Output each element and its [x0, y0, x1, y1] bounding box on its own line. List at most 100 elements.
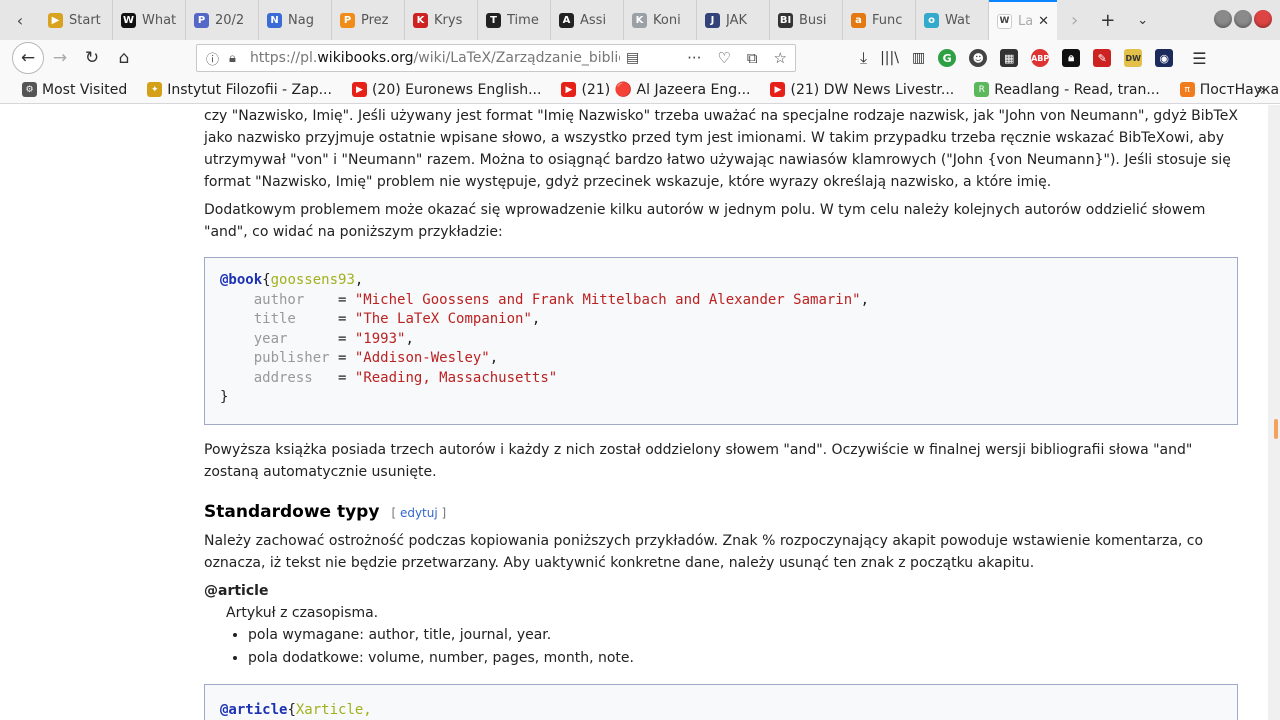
tab-label: Busi: [799, 12, 827, 28]
url-bar[interactable]: ⓘ 🔒︎ https://pl.wikibooks.org/wiki/LaTeX…: [196, 44, 796, 72]
reload-button[interactable]: ↻: [76, 42, 108, 74]
navigation-bar: ← → ↻ ⌂ ⓘ 🔒︎ https://pl.wikibooks.org/wi…: [0, 40, 1280, 76]
page-scrollbar[interactable]: [1268, 105, 1280, 720]
tab-list-chevron-down-icon[interactable]: ⌄: [1137, 13, 1148, 28]
bookmark-favicon-icon: R: [974, 82, 990, 97]
bookmark-item[interactable]: ⚙ Most Visited: [22, 82, 127, 98]
tab-scroll-left-icon[interactable]: ‹: [0, 0, 40, 40]
lock-icon[interactable]: 🔒︎: [229, 51, 236, 66]
tab-favicon-icon: BI: [778, 12, 793, 28]
bookmark-label: (20) Euronews English...: [371, 81, 542, 98]
section-heading: Standardowe typy [ edytuj ]: [204, 501, 1238, 524]
reader-view-icon[interactable]: ▤: [626, 50, 639, 66]
page-viewport: czy "Nazwisko, Imię". Jeśli używany jest…: [0, 105, 1268, 720]
code-field-value: "1993": [354, 330, 406, 347]
tab-0[interactable]: ▶ Start: [40, 0, 113, 40]
tab-label: Prez: [361, 12, 389, 28]
tab-9[interactable]: J JAK: [697, 0, 770, 40]
extension-eye-icon[interactable]: ◉: [1155, 49, 1174, 67]
bookmark-star-icon[interactable]: ☆: [774, 49, 787, 67]
library-icon[interactable]: |||\: [880, 50, 899, 66]
tab-4[interactable]: P Prez: [332, 0, 405, 40]
tab-10[interactable]: BI Busi: [770, 0, 843, 40]
tab-favicon-icon: a: [851, 12, 866, 28]
tab-7[interactable]: A Assi: [551, 0, 624, 40]
tab-11[interactable]: a Func: [843, 0, 916, 40]
sidebar-icon[interactable]: ▥: [912, 50, 925, 66]
code-entry-type: @article: [220, 702, 288, 718]
url-text[interactable]: https://pl.wikibooks.org/wiki/LaTeX/Zarz…: [250, 50, 620, 66]
adblock-plus-icon[interactable]: ABP: [1031, 49, 1049, 67]
extension-pen-icon[interactable]: ✎: [1093, 49, 1112, 67]
tab-label: 20/2: [215, 12, 245, 28]
code-field-name: author: [253, 291, 305, 308]
screenshot-icon[interactable]: ⧉: [747, 49, 758, 67]
edit-link-wrapper: [ edytuj ]: [391, 506, 447, 520]
pocket-icon[interactable]: ♡: [717, 49, 730, 67]
bookmark-item[interactable]: R Readlang - Read, tran...: [974, 81, 1160, 98]
field-list: pola wymagane: author, title, journal, y…: [248, 624, 1238, 670]
tab-3[interactable]: N Nag: [259, 0, 332, 40]
edit-link[interactable]: edytuj: [400, 506, 438, 520]
code-field-name: title: [253, 311, 296, 327]
tab-close-icon[interactable]: ✕: [1038, 14, 1049, 29]
url-actions: ··· ♡ ⧉ ☆: [687, 49, 787, 67]
extension-save-icon[interactable]: ▦: [1000, 49, 1019, 67]
code-field-name: publisher: [253, 350, 330, 366]
bookmark-label: Readlang - Read, tran...: [994, 81, 1160, 98]
bookmark-item[interactable]: ✦ Instytut Filozofii - Zap...: [147, 82, 332, 98]
paragraph-multiple-authors: Dodatkowym problemem może okazać się wpr…: [204, 202, 1206, 240]
tab-favicon-icon: A: [559, 12, 574, 28]
bookmark-favicon-icon: ▶: [351, 82, 367, 97]
minimize-window-icon[interactable]: [1214, 10, 1232, 28]
home-button[interactable]: ⌂: [108, 42, 140, 74]
article-type-description: Artykuł z czasopisma.: [226, 605, 379, 621]
new-tab-icon[interactable]: +: [1100, 10, 1115, 31]
bookmark-item[interactable]: ▶ (21) 🔴 Al Jazeera Eng...: [561, 82, 750, 98]
extension-lock-icon[interactable]: 🔒︎: [1062, 49, 1081, 67]
close-window-icon[interactable]: [1254, 10, 1272, 28]
tab-8[interactable]: K Koni: [624, 0, 697, 40]
bookmark-favicon-icon: ⚙: [22, 82, 37, 97]
tab-label: Start: [69, 12, 101, 28]
tab-label: Func: [872, 12, 903, 28]
bookmark-label: (21) 🔴 Al Jazeera Eng...: [581, 81, 751, 98]
back-button[interactable]: ←: [12, 42, 44, 74]
tab-12[interactable]: o Wat: [916, 0, 989, 40]
tab-scroll-right-icon[interactable]: ›: [1071, 10, 1078, 31]
tab-favicon-icon: P: [340, 12, 355, 28]
tab-favicon-icon: W: [121, 12, 136, 28]
code-field-comma: ,: [531, 311, 541, 327]
extension-green-icon[interactable]: G: [938, 49, 957, 67]
scrollbar-thumb[interactable]: [1274, 419, 1278, 439]
menu-hamburger-icon[interactable]: ☰: [1192, 49, 1206, 68]
code-field-name: address: [253, 369, 313, 386]
tab-active[interactable]: W La ✕: [989, 0, 1057, 40]
tab-label: Time: [507, 12, 539, 28]
code-field-comma: ,: [405, 330, 414, 347]
window-controls: [1214, 10, 1272, 28]
tab-1[interactable]: W What: [113, 0, 186, 40]
account-icon[interactable]: ☻: [969, 49, 988, 67]
bookmark-item[interactable]: ▶ (21) DW News Livestr...: [770, 82, 954, 98]
maximize-window-icon[interactable]: [1234, 10, 1252, 28]
forward-button[interactable]: →: [44, 42, 76, 74]
more-actions-icon[interactable]: ···: [687, 49, 701, 67]
code-block-book: @book{goossens93, author = "Michel Gooss…: [204, 257, 1238, 425]
bookmark-label: ПостНаука: [1199, 81, 1280, 98]
tab-favicon-icon: K: [632, 12, 647, 28]
code-field-name: year: [253, 330, 288, 347]
info-icon[interactable]: ⓘ: [206, 49, 219, 68]
tab-2[interactable]: P 20/2: [186, 0, 259, 40]
download-icon[interactable]: ⤓: [860, 48, 867, 68]
tab-5[interactable]: K Krys: [405, 0, 478, 40]
tabs-container: ▶ Start W What P 20/2 N Nag P Prez K Krys T Time A Assi…: [40, 0, 989, 40]
list-item-optional: pola dodatkowe: volume, number, pages, m…: [248, 647, 1238, 670]
tab-6[interactable]: T Time: [478, 0, 551, 40]
extension-dw-icon[interactable]: DW: [1124, 49, 1143, 67]
bookmark-item[interactable]: ▶ (20) Euronews English...: [351, 81, 542, 98]
bookmark-favicon-icon: ▶: [561, 82, 577, 97]
bookmarks-overflow-icon[interactable]: »: [1256, 80, 1266, 99]
code-field-value: "Michel Goossens and Frank Mittelbach an…: [354, 291, 861, 308]
tab-label: Koni: [653, 12, 681, 28]
